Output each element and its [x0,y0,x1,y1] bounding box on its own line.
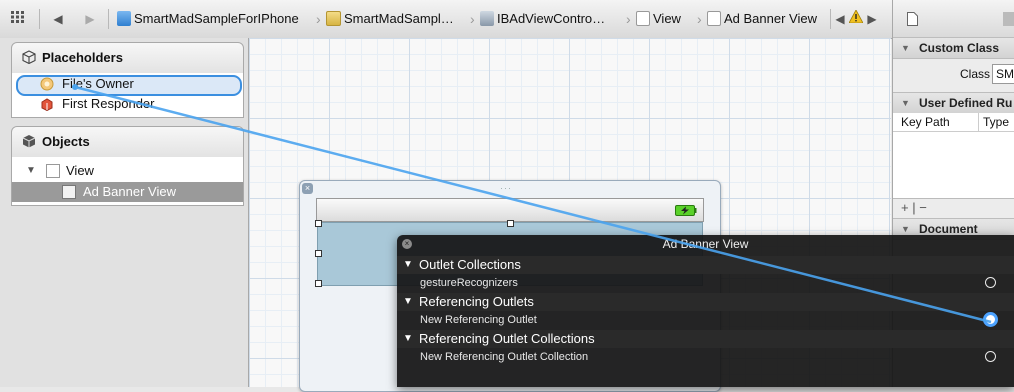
add-remove-buttons[interactable]: + | − [901,199,927,217]
breadcrumb-xib[interactable]: IBAdViewContro… [480,10,605,28]
chevron-right-icon: › [316,11,321,27]
class-field[interactable]: SM [992,64,1014,84]
outline-item-first-responder[interactable]: First Responder [12,95,243,113]
placeholders-title: Placeholders [42,50,123,65]
grid-icon[interactable] [8,10,28,28]
breadcrumb-label: SmartMadSampleForIPhone [134,11,299,26]
disclosure-triangle-icon[interactable]: ▼ [26,162,36,180]
objects-title: Objects [42,134,90,149]
custom-class-header[interactable]: ▼ Custom Class [893,37,1014,59]
outline-item-label: Ad Banner View [83,184,176,199]
connection-circle-icon[interactable] [985,277,996,288]
breadcrumb-label: SmartMadSampl… [344,11,454,26]
status-bar [316,198,704,222]
breadcrumb-view[interactable]: View [636,10,681,28]
outline-item-label: File's Owner [62,76,134,91]
placeholders-list: File's Owner First Responder [11,73,244,118]
first-responder-icon [40,97,54,116]
hud-section-outlet-collections[interactable]: ▼ Outlet Collections [397,256,1014,274]
breadcrumb-label: Ad Banner View [724,11,817,26]
section-title: User Defined Ru [919,96,1013,110]
outline-item-ad-banner-view[interactable]: Ad Banner View [12,182,243,202]
close-icon[interactable]: × [302,183,313,194]
table-header: Key Path Type [893,113,1014,132]
breadcrumb-folder[interactable]: SmartMadSampl… [326,10,454,28]
disclosure-triangle-icon: ▼ [403,296,413,307]
hud-item-label: gestureRecognizers [420,277,518,289]
divider [830,9,831,29]
resize-handle[interactable] [315,220,322,227]
hud-section-label: Referencing Outlet Collections [419,331,595,346]
resize-handle[interactable] [315,280,322,287]
objects-header[interactable]: Objects [11,126,244,158]
view-icon [62,185,76,199]
objects-list: ▼ View Ad Banner View [11,157,244,206]
connection-circle-icon[interactable] [985,351,996,362]
inspector-tabs [893,0,1014,39]
cube-icon [22,134,36,148]
column-header-type: Type [978,113,1009,131]
chevron-right-icon: › [470,11,475,27]
drag-handle-icon[interactable]: ··· [500,183,512,193]
folder-icon [326,11,341,26]
outline-item-label: View [66,163,94,178]
outline-item-view[interactable]: ▼ View [12,162,243,180]
xib-file-icon [480,11,494,26]
disclosure-triangle-icon: ▼ [403,333,413,344]
view-icon [707,11,721,26]
breadcrumb-project[interactable]: SmartMadSampleForIPhone [117,10,299,28]
hud-section-label: Referencing Outlets [419,294,534,309]
disclosure-triangle-icon: ▼ [403,259,413,270]
breadcrumb-ad-banner-view[interactable]: Ad Banner View [707,10,817,28]
outline-item-label: First Responder [62,96,155,111]
breadcrumb-label: IBAdViewContro… [497,11,606,26]
view-icon [46,164,60,178]
breadcrumb-label: View [653,11,681,26]
hud-item-label: New Referencing Outlet Collection [420,351,589,363]
quick-help-icon[interactable] [1003,12,1014,26]
class-label: Class [960,67,991,81]
document-outline: Placeholders File's Owner First Responde… [0,38,249,387]
chevron-right-icon: › [626,11,631,27]
hud-section-label: Outlet Collections [419,257,521,272]
section-title: Custom Class [919,41,1000,55]
jump-bar: ◀ ▶ SmartMadSampleForIPhone › SmartMadSa… [0,0,1014,39]
divider [108,9,109,29]
resize-handle[interactable] [507,220,514,227]
connection-circle-icon[interactable] [985,314,996,325]
warning-icon[interactable] [848,9,864,28]
battery-icon [675,204,697,219]
placeholders-header[interactable]: Placeholders [11,42,244,74]
hud-item-gesture-recognizers[interactable]: gestureRecognizers [397,274,1014,293]
hud-item-new-referencing-outlet[interactable]: New Referencing Outlet [397,311,1014,330]
files-owner-icon [40,77,54,96]
forward-button[interactable]: ▶ [78,10,102,28]
next-issue-button[interactable]: ▶ [865,10,879,28]
disclosure-triangle-icon: ▼ [901,98,910,108]
cube-outline-icon [22,50,36,65]
hud-item-label: New Referencing Outlet [420,314,537,326]
file-inspector-icon[interactable] [907,12,918,29]
previous-issue-button[interactable]: ◀ [833,10,847,28]
chevron-right-icon: › [697,11,702,27]
connections-hud[interactable]: × Ad Banner View ▼ Outlet Collections ge… [397,235,1014,387]
view-icon [636,11,650,26]
divider [39,9,40,29]
user-defined-runtime-attributes-header[interactable]: ▼ User Defined Ru [893,92,1014,114]
hud-title: Ad Banner View [662,237,749,251]
column-header-key-path: Key Path [901,115,950,129]
outline-item-files-owner[interactable]: File's Owner [12,75,243,96]
attributes-table[interactable]: Key Path Type [893,113,1014,199]
xcode-project-icon [117,11,131,26]
resize-handle[interactable] [315,250,322,257]
hud-item-new-referencing-outlet-collection[interactable]: New Referencing Outlet Collection [397,348,1014,367]
back-button[interactable]: ◀ [46,10,70,28]
hud-section-referencing-outlet-collections[interactable]: ▼ Referencing Outlet Collections [397,330,1014,348]
hud-section-referencing-outlets[interactable]: ▼ Referencing Outlets [397,293,1014,311]
disclosure-triangle-icon: ▼ [901,43,910,53]
